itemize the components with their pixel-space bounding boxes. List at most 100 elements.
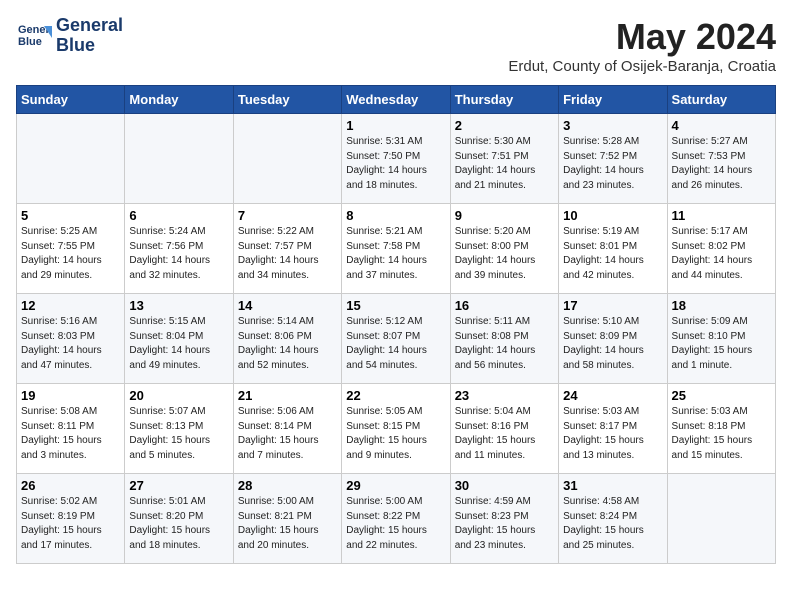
- day-number: 23: [455, 388, 554, 403]
- day-number: 8: [346, 208, 445, 223]
- calendar-cell: [667, 474, 775, 564]
- logo-icon: General Blue: [16, 18, 52, 54]
- calendar-cell: 7 Sunrise: 5:22 AMSunset: 7:57 PMDaylight…: [233, 204, 341, 294]
- day-info: Sunrise: 5:17 AMSunset: 8:02 PMDaylight:…: [672, 225, 771, 283]
- day-number: 7: [238, 208, 337, 223]
- day-number: 24: [563, 388, 662, 403]
- day-number: 27: [129, 478, 228, 493]
- logo-text: General Blue: [56, 16, 123, 56]
- calendar-cell: 10 Sunrise: 5:19 AMSunset: 8:01 PMDayligh…: [559, 204, 667, 294]
- weekday-header-monday: Monday: [125, 86, 233, 114]
- day-info: Sunrise: 5:12 AMSunset: 8:07 PMDaylight:…: [346, 315, 445, 373]
- day-number: 16: [455, 298, 554, 313]
- calendar-cell: 16 Sunrise: 5:11 AMSunset: 8:08 PMDayligh…: [450, 294, 558, 384]
- day-info: Sunrise: 5:24 AMSunset: 7:56 PMDaylight:…: [129, 225, 228, 283]
- day-info: Sunrise: 5:07 AMSunset: 8:13 PMDaylight:…: [129, 405, 228, 463]
- day-info: Sunrise: 5:11 AMSunset: 8:08 PMDaylight:…: [455, 315, 554, 373]
- day-info: Sunrise: 5:06 AMSunset: 8:14 PMDaylight:…: [238, 405, 337, 463]
- calendar-cell: 29Sunrise: 5:00 AMSunset: 8:22 PMDayligh…: [342, 474, 450, 564]
- day-number: 2: [455, 118, 554, 133]
- calendar-cell: 11Sunrise: 5:17 AMSunset: 8:02 PMDayligh…: [667, 204, 775, 294]
- day-info: Sunrise: 5:03 AMSunset: 8:18 PMDaylight:…: [672, 405, 771, 463]
- day-info: Sunrise: 5:31 AMSunset: 7:50 PMDaylight:…: [346, 135, 445, 193]
- calendar-cell: 17Sunrise: 5:10 AMSunset: 8:09 PMDayligh…: [559, 294, 667, 384]
- day-number: 15: [346, 298, 445, 313]
- day-info: Sunrise: 5:14 AMSunset: 8:06 PMDaylight:…: [238, 315, 337, 373]
- weekday-header-row: SundayMondayTuesdayWednesdayThursdayFrid…: [17, 86, 776, 114]
- calendar-cell: 27 Sunrise: 5:01 AMSunset: 8:20 PMDayligh…: [125, 474, 233, 564]
- calendar-week-5: 26 Sunrise: 5:02 AMSunset: 8:19 PMDayligh…: [17, 474, 776, 564]
- day-info: Sunrise: 5:21 AMSunset: 7:58 PMDaylight:…: [346, 225, 445, 283]
- day-info: Sunrise: 5:08 AMSunset: 8:11 PMDaylight:…: [21, 405, 120, 463]
- day-number: 30: [455, 478, 554, 493]
- calendar-cell: 19 Sunrise: 5:08 AMSunset: 8:11 PMDayligh…: [17, 384, 125, 474]
- day-number: 9: [455, 208, 554, 223]
- day-number: 14: [238, 298, 337, 313]
- day-info: Sunrise: 5:10 AMSunset: 8:09 PMDaylight:…: [563, 315, 662, 373]
- day-number: 5: [21, 208, 120, 223]
- calendar-cell: 12 Sunrise: 5:16 AMSunset: 8:03 PMDayligh…: [17, 294, 125, 384]
- day-number: 13: [129, 298, 228, 313]
- day-number: 31: [563, 478, 662, 493]
- day-info: Sunrise: 4:59 AMSunset: 8:23 PMDaylight:…: [455, 495, 554, 553]
- calendar-week-3: 12 Sunrise: 5:16 AMSunset: 8:03 PMDayligh…: [17, 294, 776, 384]
- day-info: Sunrise: 5:02 AMSunset: 8:19 PMDaylight:…: [21, 495, 120, 553]
- day-info: Sunrise: 5:28 AMSunset: 7:52 PMDaylight:…: [563, 135, 662, 193]
- calendar-cell: 20 Sunrise: 5:07 AMSunset: 8:13 PMDayligh…: [125, 384, 233, 474]
- calendar-cell: [233, 114, 341, 204]
- day-info: Sunrise: 4:58 AMSunset: 8:24 PMDaylight:…: [563, 495, 662, 553]
- calendar-cell: 21 Sunrise: 5:06 AMSunset: 8:14 PMDayligh…: [233, 384, 341, 474]
- day-info: Sunrise: 5:25 AMSunset: 7:55 PMDaylight:…: [21, 225, 120, 283]
- calendar-cell: 13 Sunrise: 5:15 AMSunset: 8:04 PMDayligh…: [125, 294, 233, 384]
- day-info: Sunrise: 5:19 AMSunset: 8:01 PMDaylight:…: [563, 225, 662, 283]
- day-number: 12: [21, 298, 120, 313]
- month-title: May 2024: [508, 16, 776, 58]
- weekday-header-sunday: Sunday: [17, 86, 125, 114]
- calendar-cell: 28Sunrise: 5:00 AMSunset: 8:21 PMDayligh…: [233, 474, 341, 564]
- day-number: 25: [672, 388, 771, 403]
- page-header: General Blue General Blue May 2024 Erdut…: [16, 16, 776, 75]
- calendar-week-2: 5 Sunrise: 5:25 AMSunset: 7:55 PMDaylight…: [17, 204, 776, 294]
- calendar-cell: 2 Sunrise: 5:30 AMSunset: 7:51 PMDaylight…: [450, 114, 558, 204]
- calendar-cell: 22 Sunrise: 5:05 AMSunset: 8:15 PMDayligh…: [342, 384, 450, 474]
- calendar-cell: 14 Sunrise: 5:14 AMSunset: 8:06 PMDayligh…: [233, 294, 341, 384]
- svg-text:Blue: Blue: [18, 36, 42, 48]
- weekday-header-friday: Friday: [559, 86, 667, 114]
- day-number: 1: [346, 118, 445, 133]
- calendar-cell: 9Sunrise: 5:20 AMSunset: 8:00 PMDaylight…: [450, 204, 558, 294]
- day-number: 3: [563, 118, 662, 133]
- calendar-cell: 31 Sunrise: 4:58 AMSunset: 8:24 PMDayligh…: [559, 474, 667, 564]
- day-number: 20: [129, 388, 228, 403]
- day-number: 26: [21, 478, 120, 493]
- day-number: 29: [346, 478, 445, 493]
- day-number: 21: [238, 388, 337, 403]
- calendar-cell: 26 Sunrise: 5:02 AMSunset: 8:19 PMDayligh…: [17, 474, 125, 564]
- day-number: 10: [563, 208, 662, 223]
- day-info: Sunrise: 5:03 AMSunset: 8:17 PMDaylight:…: [563, 405, 662, 463]
- calendar-cell: 18Sunrise: 5:09 AMSunset: 8:10 PMDayligh…: [667, 294, 775, 384]
- calendar-cell: 5 Sunrise: 5:25 AMSunset: 7:55 PMDaylight…: [17, 204, 125, 294]
- day-info: Sunrise: 5:22 AMSunset: 7:57 PMDaylight:…: [238, 225, 337, 283]
- day-number: 22: [346, 388, 445, 403]
- day-info: Sunrise: 5:30 AMSunset: 7:51 PMDaylight:…: [455, 135, 554, 193]
- weekday-header-tuesday: Tuesday: [233, 86, 341, 114]
- calendar-cell: 3 Sunrise: 5:28 AMSunset: 7:52 PMDaylight…: [559, 114, 667, 204]
- day-info: Sunrise: 5:16 AMSunset: 8:03 PMDaylight:…: [21, 315, 120, 373]
- calendar-cell: 4Sunrise: 5:27 AMSunset: 7:53 PMDaylight…: [667, 114, 775, 204]
- day-number: 18: [672, 298, 771, 313]
- calendar-cell: 30 Sunrise: 4:59 AMSunset: 8:23 PMDayligh…: [450, 474, 558, 564]
- logo: General Blue General Blue: [16, 16, 123, 56]
- day-info: Sunrise: 5:04 AMSunset: 8:16 PMDaylight:…: [455, 405, 554, 463]
- day-info: Sunrise: 5:00 AMSunset: 8:21 PMDaylight:…: [238, 495, 337, 553]
- location: Erdut, County of Osijek-Baranja, Croatia: [508, 58, 776, 75]
- day-number: 19: [21, 388, 120, 403]
- day-info: Sunrise: 5:15 AMSunset: 8:04 PMDaylight:…: [129, 315, 228, 373]
- calendar-cell: 25 Sunrise: 5:03 AMSunset: 8:18 PMDayligh…: [667, 384, 775, 474]
- calendar-cell: 1 Sunrise: 5:31 AMSunset: 7:50 PMDaylight…: [342, 114, 450, 204]
- calendar-cell: 23 Sunrise: 5:04 AMSunset: 8:16 PMDayligh…: [450, 384, 558, 474]
- day-info: Sunrise: 5:01 AMSunset: 8:20 PMDaylight:…: [129, 495, 228, 553]
- day-number: 6: [129, 208, 228, 223]
- day-info: Sunrise: 5:05 AMSunset: 8:15 PMDaylight:…: [346, 405, 445, 463]
- weekday-header-saturday: Saturday: [667, 86, 775, 114]
- calendar-cell: [125, 114, 233, 204]
